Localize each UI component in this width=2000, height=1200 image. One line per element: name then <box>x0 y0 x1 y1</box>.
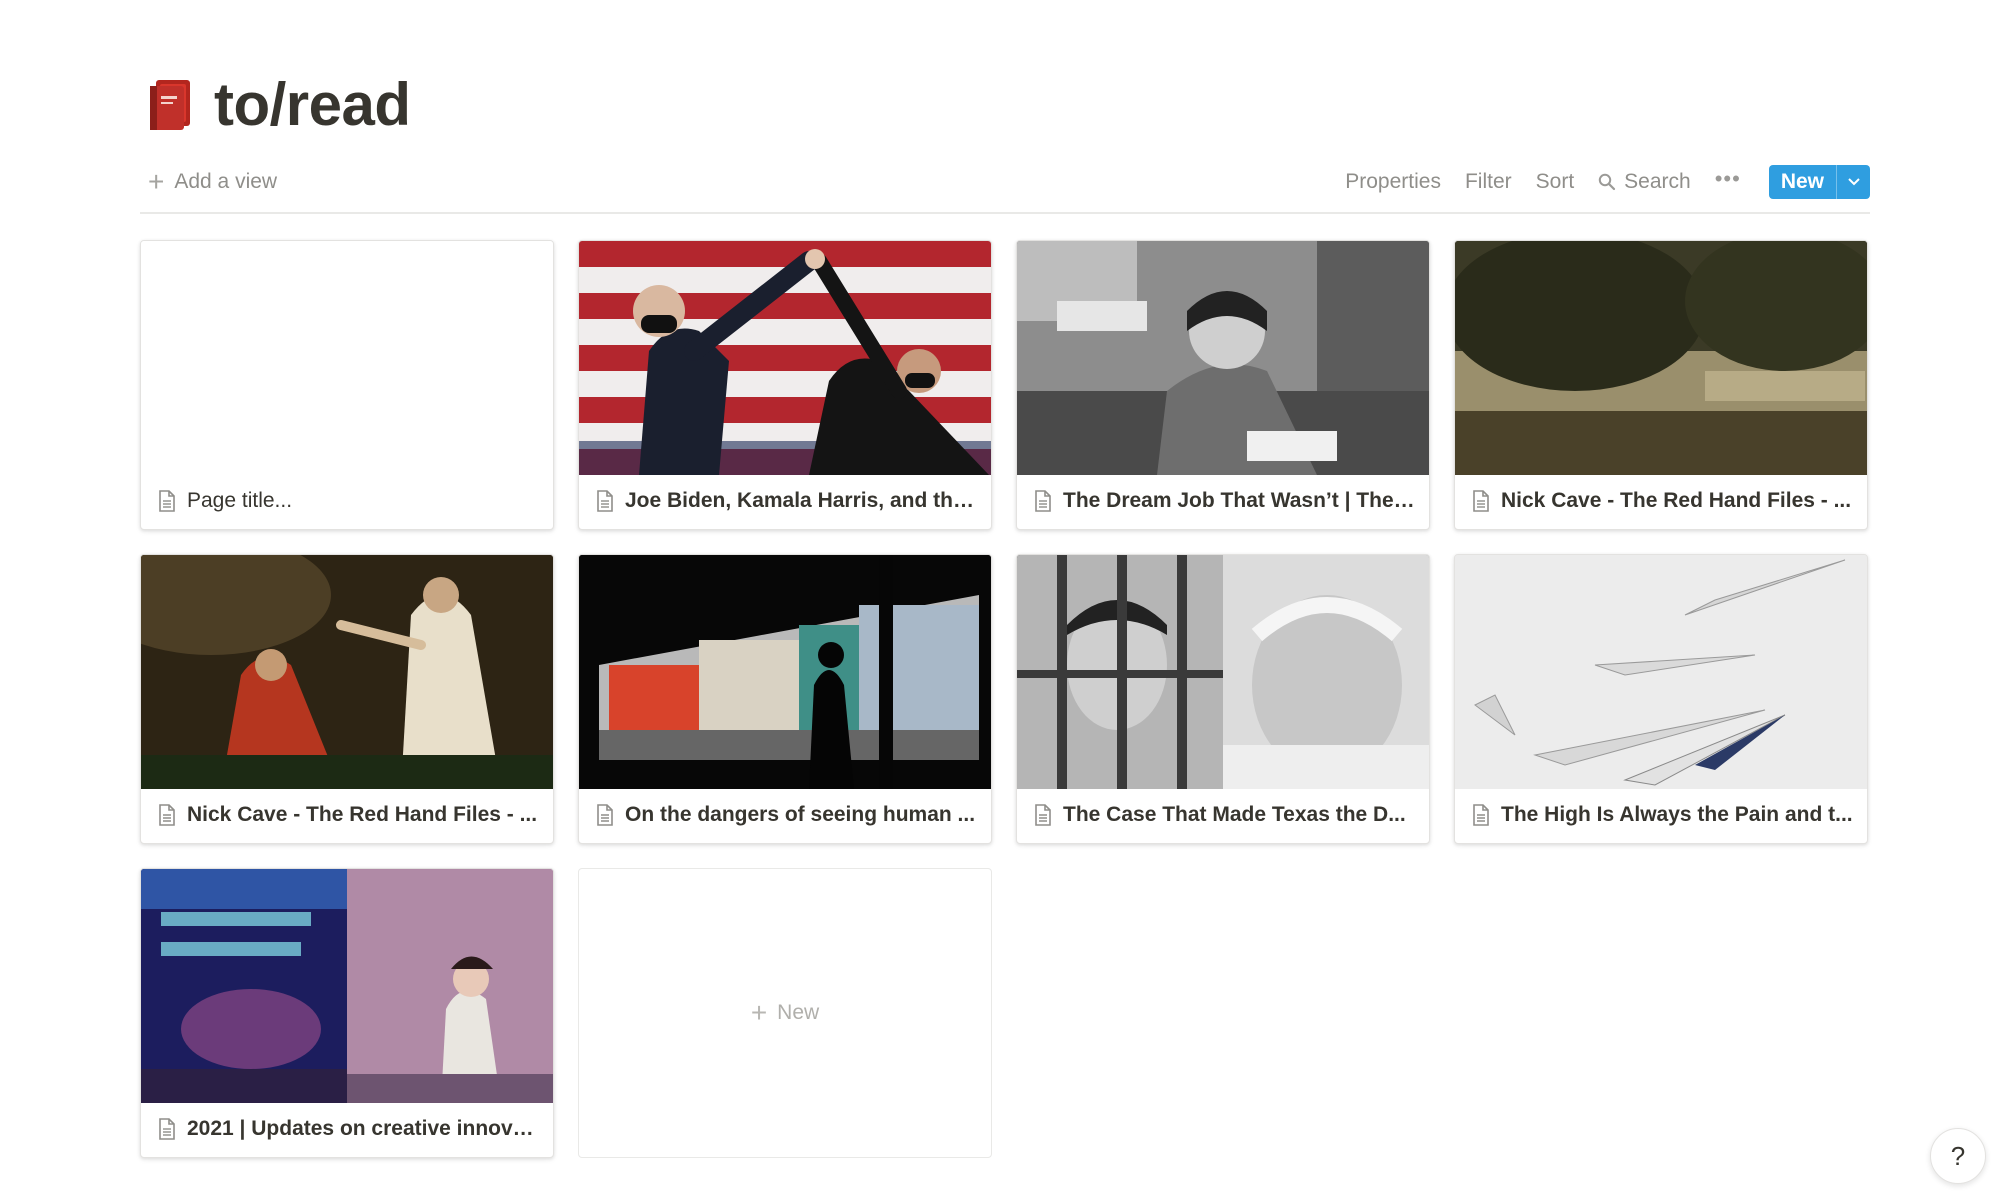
document-icon <box>1035 804 1051 826</box>
gallery-card[interactable]: The High Is Always the Pain and t... <box>1454 554 1868 844</box>
card-cover-image <box>1455 241 1867 475</box>
properties-button[interactable]: Properties <box>1345 170 1441 194</box>
document-icon <box>1035 490 1051 512</box>
card-cover-image <box>141 555 553 789</box>
document-icon <box>159 804 175 826</box>
document-icon <box>1473 804 1489 826</box>
page-title[interactable]: to/read <box>214 70 411 140</box>
card-caption: Nick Cave - The Red Hand Files - ... <box>1455 473 1867 529</box>
document-icon <box>1473 490 1489 512</box>
filter-button[interactable]: Filter <box>1465 170 1512 194</box>
toolbar-actions: Properties Filter Sort Search ••• New <box>1345 165 1870 199</box>
gallery-card[interactable]: Page title... <box>140 240 554 530</box>
new-button-dropdown[interactable] <box>1836 165 1870 199</box>
card-title: The Case That Made Texas the D... <box>1063 803 1406 826</box>
card-caption: The Dream Job That Wasn’t | The ... <box>1017 473 1429 529</box>
page-header: to/read <box>146 70 411 140</box>
card-title: 2021 | Updates on creative innova... <box>187 1117 539 1140</box>
card-caption: On the dangers of seeing human ... <box>579 787 991 843</box>
gallery-card[interactable]: Nick Cave - The Red Hand Files - ... <box>140 554 554 844</box>
document-icon <box>597 490 613 512</box>
new-card-button[interactable]: + New <box>578 868 992 1158</box>
card-cover-image <box>579 241 991 475</box>
search-button[interactable]: Search <box>1598 170 1691 194</box>
gallery-card[interactable]: The Case That Made Texas the D... <box>1016 554 1430 844</box>
help-button[interactable]: ? <box>1930 1128 1986 1184</box>
new-button-main[interactable]: New <box>1769 165 1836 199</box>
card-cover <box>141 241 553 475</box>
more-options-icon[interactable]: ••• <box>1715 166 1741 192</box>
sort-button[interactable]: Sort <box>1536 170 1575 194</box>
card-title: Nick Cave - The Red Hand Files - ... <box>1501 489 1852 512</box>
card-cover-image <box>1455 555 1867 789</box>
card-title: Joe Biden, Kamala Harris, and the... <box>625 489 977 512</box>
page: to/read + Add a view Properties Filter S… <box>0 0 2000 1200</box>
card-title: Page title... <box>187 489 293 512</box>
gallery-card[interactable]: Nick Cave - The Red Hand Files - ... <box>1454 240 1868 530</box>
add-view-button[interactable]: + Add a view <box>140 166 278 197</box>
gallery-card[interactable]: The Dream Job That Wasn’t | The ... <box>1016 240 1430 530</box>
gallery-card[interactable]: 2021 | Updates on creative innova... <box>140 868 554 1158</box>
card-title: On the dangers of seeing human ... <box>625 803 976 826</box>
card-title: Nick Cave - The Red Hand Files - ... <box>187 803 538 826</box>
card-title: The Dream Job That Wasn’t | The ... <box>1063 489 1415 512</box>
add-view-label: Add a view <box>174 170 278 193</box>
plus-icon: + <box>750 997 768 1028</box>
database-toolbar: + Add a view Properties Filter Sort Sear… <box>140 160 1870 214</box>
card-cover-image <box>141 869 553 1103</box>
gallery-view: Page title... Joe Biden, Kamala Harris, … <box>140 240 1868 1158</box>
card-caption: The Case That Made Texas the D... <box>1017 787 1429 843</box>
card-caption: 2021 | Updates on creative innova... <box>141 1101 553 1157</box>
card-cover-image <box>579 555 991 789</box>
search-icon <box>1598 173 1616 191</box>
chevron-down-icon <box>1847 178 1860 186</box>
red-book-icon[interactable] <box>146 78 194 132</box>
card-cover-image <box>1017 555 1429 789</box>
card-title: The High Is Always the Pain and t... <box>1501 803 1853 826</box>
document-icon <box>159 490 175 512</box>
document-icon <box>159 1118 175 1140</box>
search-label: Search <box>1624 170 1691 193</box>
gallery-card[interactable]: Joe Biden, Kamala Harris, and the... <box>578 240 992 530</box>
document-icon <box>597 804 613 826</box>
new-button: New <box>1768 165 1870 199</box>
card-caption: Page title... <box>141 473 553 529</box>
gallery-card[interactable]: On the dangers of seeing human ... <box>578 554 992 844</box>
new-card-label: New <box>777 1001 820 1024</box>
card-caption: Nick Cave - The Red Hand Files - ... <box>141 787 553 843</box>
card-caption: Joe Biden, Kamala Harris, and the... <box>579 473 991 529</box>
plus-icon: + <box>148 166 165 197</box>
card-caption: The High Is Always the Pain and t... <box>1455 787 1867 843</box>
card-cover-image <box>1017 241 1429 475</box>
